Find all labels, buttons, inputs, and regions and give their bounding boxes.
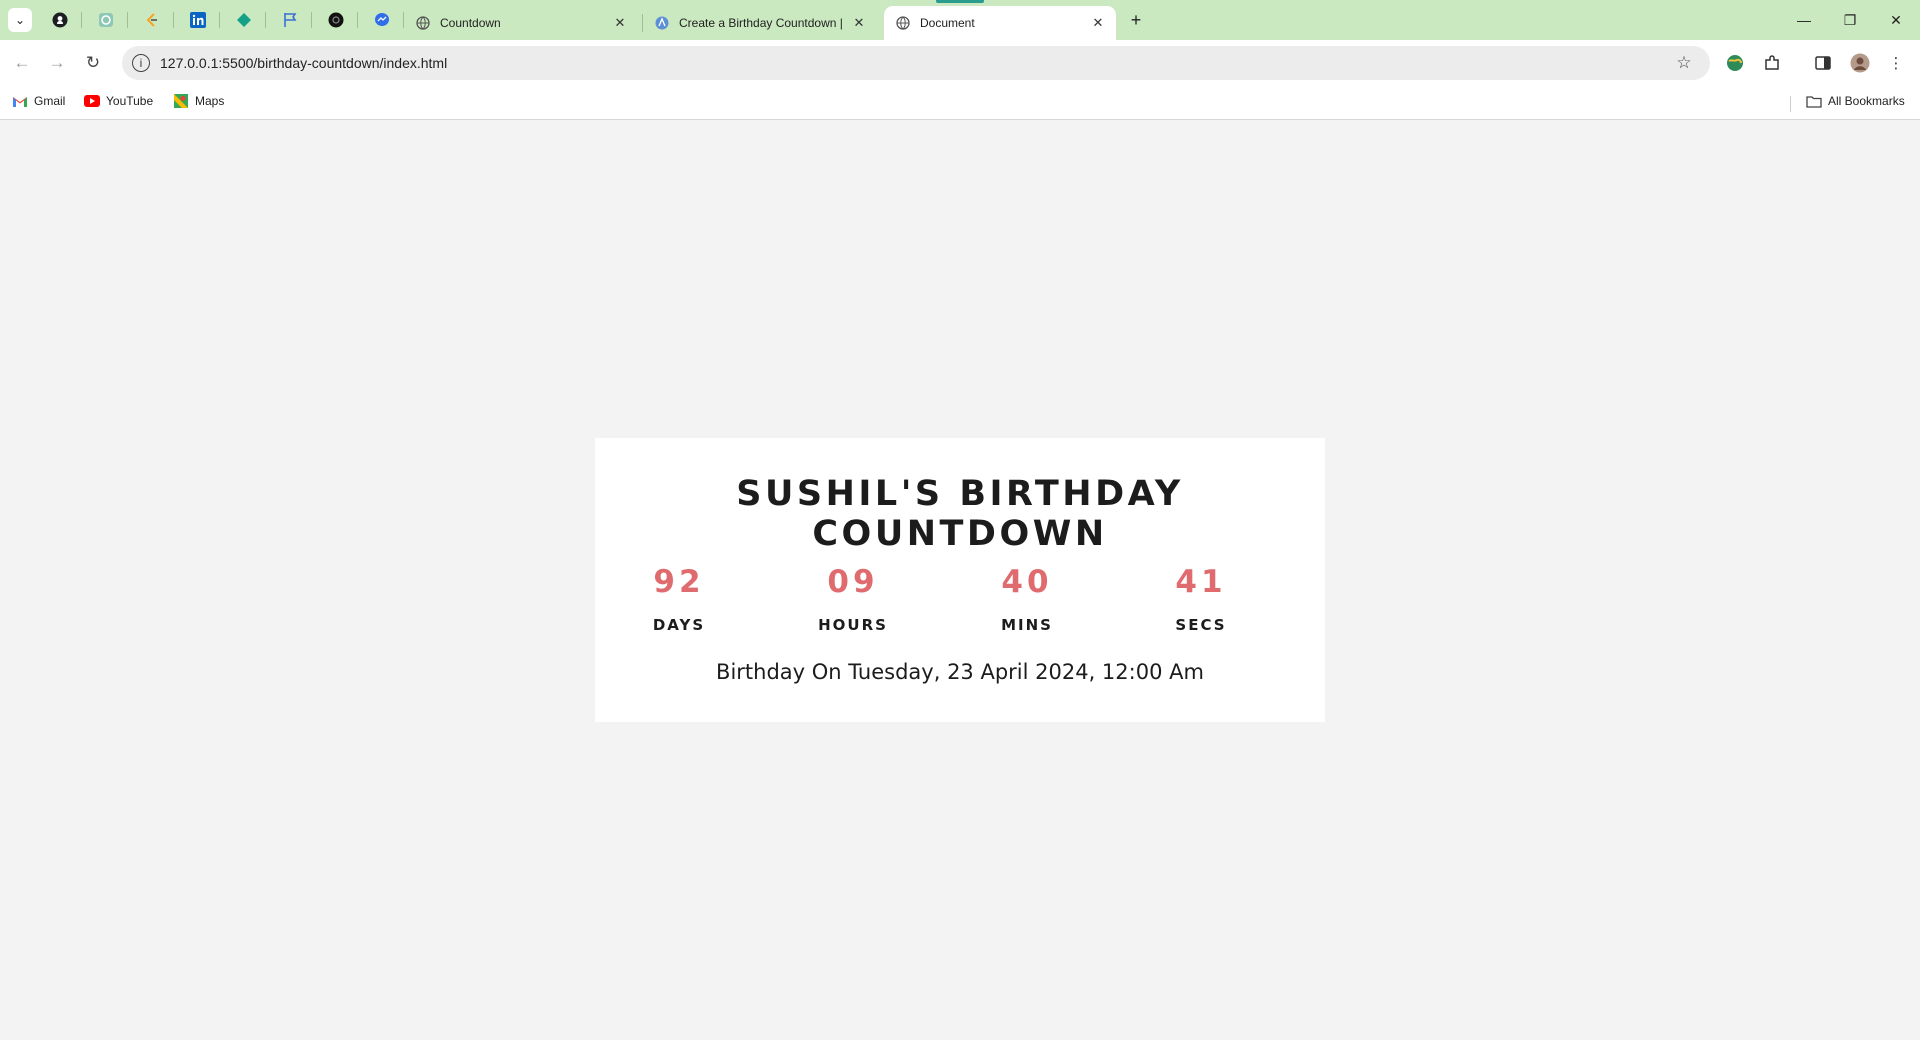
back-button[interactable]: ← xyxy=(10,51,34,75)
site-icon xyxy=(655,16,669,30)
tab-title: Create a Birthday Countdown | xyxy=(679,16,843,30)
tab-search-button[interactable]: ⌄ xyxy=(8,8,32,32)
all-bookmarks-button[interactable]: All Bookmarks xyxy=(1806,94,1905,108)
extension-earth-icon[interactable] xyxy=(1723,51,1747,75)
days-label: DAYS xyxy=(652,616,706,634)
secs-value: 41 xyxy=(1175,564,1227,600)
pinned-tab-github[interactable] xyxy=(47,8,73,32)
extensions-puzzle-icon[interactable] xyxy=(1760,51,1784,75)
leetcode-icon xyxy=(146,13,157,27)
folder-icon xyxy=(1806,94,1822,108)
globe-icon xyxy=(896,16,910,30)
pinned-tab-messenger[interactable] xyxy=(369,8,395,32)
youtube-icon xyxy=(84,94,100,108)
page-title: SUSHIL'S BIRTHDAY COUNTDOWN xyxy=(736,474,1184,554)
chevron-down-icon: ⌄ xyxy=(14,13,26,27)
pinned-tab-diamond[interactable] xyxy=(231,8,257,32)
reload-button[interactable]: ↻ xyxy=(81,51,105,75)
maps-icon xyxy=(173,94,189,108)
bookmark-youtube[interactable]: YouTube xyxy=(84,94,153,108)
forward-button[interactable]: → xyxy=(45,51,69,75)
linkedin-icon xyxy=(190,12,206,28)
bookmarks-bar: Gmail YouTube Maps All Bookmarks xyxy=(0,86,1920,120)
bookmark-maps[interactable]: Maps xyxy=(173,94,224,108)
globe-icon xyxy=(416,16,430,30)
url-text[interactable]: 127.0.0.1:5500/birthday-countdown/index.… xyxy=(160,55,1672,71)
reload-icon: ↻ xyxy=(85,53,101,72)
divider xyxy=(81,12,82,28)
close-icon[interactable]: ✕ xyxy=(849,13,869,33)
mins-label: MINS xyxy=(1001,616,1053,634)
secs-label: SECS xyxy=(1175,616,1227,634)
divider xyxy=(357,12,358,28)
divider xyxy=(311,12,312,28)
tab-strip: ⌄ Countdown ✕ Create a Birthday Countdow… xyxy=(0,0,1920,40)
close-icon[interactable]: ✕ xyxy=(610,13,630,33)
star-icon[interactable]: ☆ xyxy=(1672,53,1696,73)
bookmark-label: YouTube xyxy=(106,94,154,108)
pinned-tab-flag[interactable] xyxy=(277,8,303,32)
countdown-hours: 09 HOURS xyxy=(783,562,923,634)
tab-countdown[interactable]: Countdown ✕ xyxy=(404,6,638,40)
chatgpt-icon xyxy=(99,13,113,27)
countdown-card: SUSHIL'S BIRTHDAY COUNTDOWN 92 DAYS 09 H… xyxy=(595,438,1325,722)
bookmark-label: Gmail xyxy=(34,94,66,108)
github-icon xyxy=(52,12,68,28)
mins-value: 40 xyxy=(1001,564,1053,600)
arrow-right-icon: → xyxy=(48,53,66,72)
browser-toolbar: ← → ↻ i 127.0.0.1:5500/birthday-countdow… xyxy=(0,40,1920,86)
tab-indicator xyxy=(936,0,984,3)
gmail-icon xyxy=(12,94,28,108)
arrow-left-icon: ← xyxy=(13,53,31,72)
tab-title: Document xyxy=(920,16,975,30)
info-icon[interactable]: i xyxy=(132,54,150,72)
all-bookmarks-label: All Bookmarks xyxy=(1828,94,1905,108)
flag-icon xyxy=(284,13,297,27)
countdown-days: 92 DAYS xyxy=(609,562,749,634)
minimize-button[interactable]: — xyxy=(1781,6,1827,34)
bookmark-label: Maps xyxy=(195,94,225,108)
hours-value: 09 xyxy=(827,564,879,600)
countdown-secs: 41 SECS xyxy=(1131,562,1271,634)
diamond-icon xyxy=(237,13,251,27)
new-tab-button[interactable]: + xyxy=(1124,8,1148,32)
divider xyxy=(1790,96,1791,112)
close-icon[interactable]: ✕ xyxy=(1088,13,1108,33)
address-bar[interactable]: i 127.0.0.1:5500/birthday-countdown/inde… xyxy=(122,46,1710,80)
divider xyxy=(173,12,174,28)
divider xyxy=(219,12,220,28)
birthday-date-text: Birthday On Tuesday, 23 April 2024, 12:0… xyxy=(716,660,1204,684)
countdown-mins: 40 MINS xyxy=(957,562,1097,634)
openai-icon xyxy=(328,12,344,28)
pinned-tab-chatgpt[interactable] xyxy=(93,8,119,32)
tab-title: Countdown xyxy=(440,16,501,30)
divider xyxy=(127,12,128,28)
hours-label: HOURS xyxy=(818,616,888,634)
pinned-tab-openai[interactable] xyxy=(323,8,349,32)
pinned-tab-leetcode[interactable] xyxy=(139,8,165,32)
menu-kebab-icon[interactable]: ⋮ xyxy=(1884,51,1908,75)
side-panel-icon[interactable] xyxy=(1811,51,1835,75)
tab-create-birthday-countdown[interactable]: Create a Birthday Countdown | ✕ xyxy=(643,6,877,40)
days-value: 92 xyxy=(653,564,705,600)
profile-avatar[interactable] xyxy=(1848,51,1872,75)
pinned-tab-linkedin[interactable] xyxy=(185,8,211,32)
messenger-icon xyxy=(375,13,389,26)
tab-document[interactable]: Document ✕ xyxy=(884,6,1116,40)
divider xyxy=(265,12,266,28)
restore-button[interactable]: ❐ xyxy=(1827,6,1873,34)
close-window-button[interactable]: ✕ xyxy=(1873,6,1919,34)
bookmark-gmail[interactable]: Gmail xyxy=(12,94,65,108)
